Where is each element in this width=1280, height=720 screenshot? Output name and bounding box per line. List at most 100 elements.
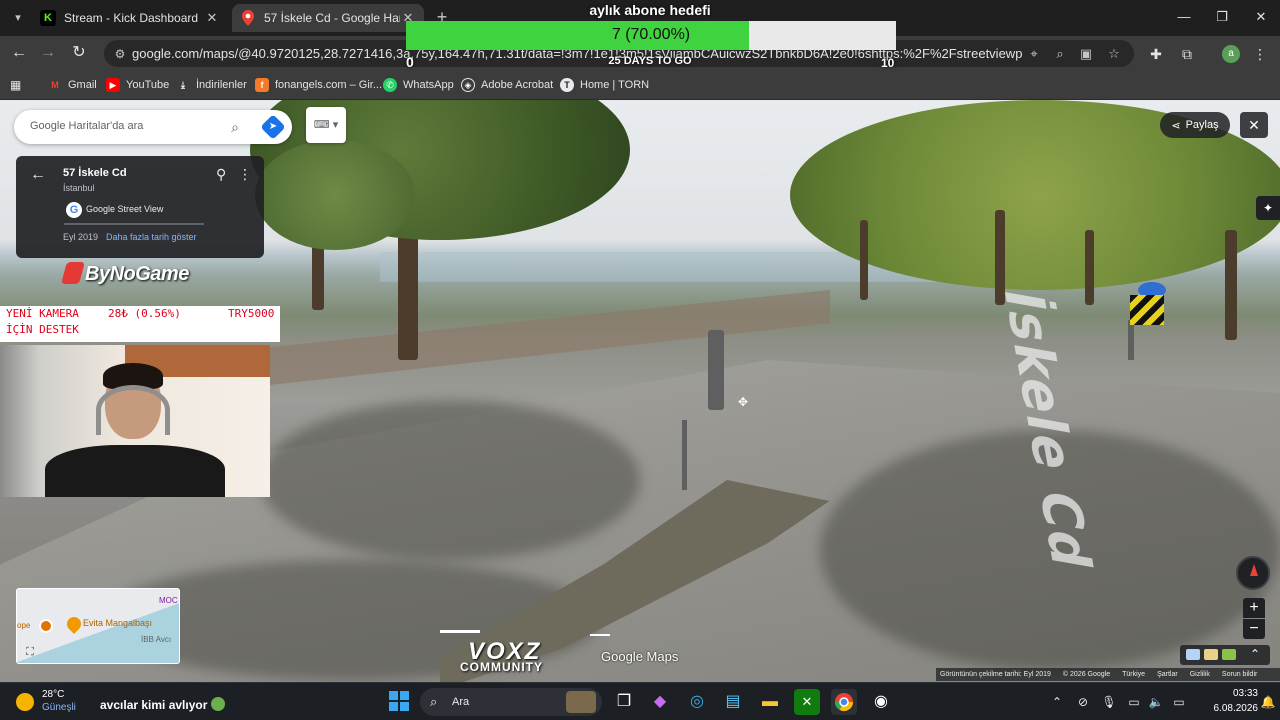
extensions-puzzle-icon[interactable]: ⧉ — [1177, 44, 1197, 64]
tab-google-maps[interactable]: 57 İskele Cd - Google Haritalar ✕ — [232, 4, 424, 32]
display-icon[interactable]: ▭ — [1126, 694, 1142, 710]
windows-logo-icon — [389, 702, 398, 711]
keyboard-shortcuts-button[interactable]: ⌨ ▾ — [306, 107, 346, 143]
start-button[interactable] — [389, 691, 409, 711]
goal-progress-text: 7 (70.00%) — [611, 26, 691, 43]
fonangels-icon: f — [255, 78, 269, 92]
goal-days-left: 25 DAYS TO GO — [608, 55, 692, 67]
store-icon[interactable]: ▤ — [720, 689, 746, 715]
footer-capture-date: Görüntünün çekilme tarihi: Eyl 2019 — [940, 671, 1051, 678]
bookmark-star-icon[interactable]: ☆ — [1104, 45, 1124, 63]
weather-widget[interactable]: 28°C Güneşli — [16, 688, 76, 716]
footer-report-link[interactable]: Sorun bildir — [1222, 671, 1257, 678]
bookmark-adobe-acrobat[interactable]: ◈ Adobe Acrobat — [461, 77, 553, 93]
more-dates-link[interactable]: Daha fazla tarih göster — [106, 232, 197, 242]
layer-swatch[interactable] — [1204, 649, 1218, 660]
microphone-icon[interactable]: 🎙 — [1101, 694, 1117, 710]
tray-app-icon[interactable]: ⊘ — [1075, 694, 1091, 710]
chrome-icon[interactable] — [831, 689, 857, 715]
windows-logo-icon — [400, 702, 409, 711]
close-window-button[interactable]: ✕ — [1243, 6, 1279, 28]
search-icon[interactable]: ⌕ — [226, 118, 244, 136]
bookmark-youtube[interactable]: ▶ YouTube — [106, 77, 169, 93]
taskbar-search-input[interactable]: Ara — [452, 696, 469, 708]
taskbar-search[interactable]: ⌕ Ara — [420, 688, 602, 716]
layers-control[interactable]: ⌃ — [1180, 645, 1270, 665]
file-explorer-icon[interactable]: ▬ — [757, 689, 783, 715]
donation-title: YENİ KAMERA — [6, 307, 79, 320]
xbox-icon[interactable]: ✕ — [794, 689, 820, 715]
tray-chevron-icon[interactable]: ⌃ — [1049, 694, 1065, 710]
layer-swatch[interactable] — [1222, 649, 1236, 660]
google-icon: G — [66, 202, 82, 218]
donation-subtitle: İÇİN DESTEK — [6, 323, 79, 336]
download-icon: ⤓ — [181, 79, 185, 90]
bookmark-downloads[interactable]: ⤓ İndirilenler — [176, 77, 247, 93]
forward-button[interactable]: → — [36, 42, 60, 64]
tree-trunk — [1225, 230, 1237, 340]
search-icon: ⌕ — [430, 694, 438, 709]
share-label: Paylaş — [1185, 119, 1219, 131]
notifications-icon[interactable]: 🔔 — [1260, 694, 1276, 710]
profile-avatar[interactable]: a — [1222, 45, 1240, 63]
minimize-button[interactable]: — — [1166, 6, 1202, 28]
bookmark-whatsapp[interactable]: ✆ WhatsApp — [383, 77, 454, 93]
battery-icon[interactable]: ▭ — [1171, 694, 1187, 710]
tab-kick-dashboard[interactable]: K Stream - Kick Dashboard ✕ — [32, 4, 228, 32]
share-button[interactable]: ⋖ Paylaş — [1160, 112, 1230, 138]
footer-region-link[interactable]: Türkiye — [1122, 671, 1145, 678]
obs-icon[interactable]: ◉ — [868, 689, 894, 715]
bookmark-fonangels[interactable]: f fonangels.com – Gir... — [255, 77, 382, 93]
provider-label: Google Street View — [86, 204, 164, 214]
back-button[interactable]: ← — [7, 42, 31, 64]
layer-swatch[interactable] — [1186, 649, 1200, 660]
footer-terms-link[interactable]: Şartlar — [1157, 671, 1178, 678]
location-pin-icon[interactable]: ⚲ — [216, 166, 226, 183]
divider — [64, 223, 204, 225]
community-subtitle: COMMUNITY — [460, 660, 543, 674]
back-arrow-icon[interactable]: ← — [30, 166, 46, 184]
extension-icon[interactable]: ✚ — [1146, 44, 1166, 64]
location-icon[interactable]: ⌖ — [1024, 45, 1044, 63]
menu-kebab-icon[interactable]: ⋮ — [1250, 44, 1270, 64]
bookmark-gmail[interactable]: M Gmail — [48, 77, 96, 93]
minimap[interactable]: ope Evita Mangalbaşı İBB Avcı MOC ⛶ — [16, 588, 180, 664]
task-view-icon[interactable]: ❐ — [611, 689, 637, 715]
ticker-label: avcılar kimi avlıyor — [100, 698, 208, 712]
apps-grid-icon[interactable]: ▦ — [10, 77, 21, 93]
footer-privacy-link[interactable]: Gizlilik — [1190, 671, 1210, 678]
zoom-in-button[interactable]: + — [1243, 598, 1265, 618]
site-info-icon[interactable]: ⚙ — [112, 46, 128, 62]
zoom-out-button[interactable]: − — [1243, 619, 1265, 639]
close-tab-icon[interactable]: ✕ — [204, 10, 220, 26]
tree-trunk — [1085, 230, 1094, 305]
search-input[interactable]: Google Haritalar'da ara — [30, 120, 143, 132]
sparkle-icon[interactable]: ✦ — [1256, 196, 1280, 220]
sign-pole — [682, 420, 687, 490]
subscriber-goal-title: aylık abone hedefi — [589, 2, 711, 18]
bookmark-label: fonangels.com – Gir... — [275, 79, 382, 91]
compass-button[interactable] — [1236, 556, 1270, 590]
reload-button[interactable]: ↻ — [67, 42, 91, 64]
tree-trunk — [860, 220, 868, 300]
tab-title: 57 İskele Cd - Google Haritalar — [264, 11, 400, 25]
clock-time[interactable]: 03:33 — [1218, 688, 1258, 699]
copilot-icon[interactable]: ◆ — [647, 689, 673, 715]
speaker-icon[interactable]: 🔈 — [1148, 694, 1164, 710]
tab-search-icon[interactable]: ▾ — [8, 8, 28, 28]
navigation-cursor-icon: ✥ — [737, 395, 749, 409]
expand-icon[interactable]: ⛶ — [23, 645, 37, 659]
cast-icon[interactable]: ▣ — [1076, 45, 1096, 63]
maps-search-box[interactable]: Google Haritalar'da ara ⌕ ➤ — [14, 110, 292, 144]
clock-date[interactable]: 6.08.2026 — [1198, 703, 1259, 714]
maximize-button[interactable]: ❐ — [1204, 6, 1240, 28]
chevron-up-icon[interactable]: ⌃ — [1250, 647, 1260, 661]
zoom-icon[interactable]: ⌕ — [1050, 45, 1070, 63]
windows-logo-icon — [389, 691, 398, 700]
bookmark-torn[interactable]: T Home | TORN — [560, 77, 649, 93]
close-street-view-button[interactable]: ✕ — [1240, 112, 1268, 138]
whatsapp-icon: ✆ — [383, 78, 397, 92]
edge-icon[interactable]: ◎ — [684, 689, 710, 715]
directions-icon[interactable]: ➤ — [260, 114, 286, 140]
more-options-icon[interactable]: ⋮ — [238, 166, 252, 183]
